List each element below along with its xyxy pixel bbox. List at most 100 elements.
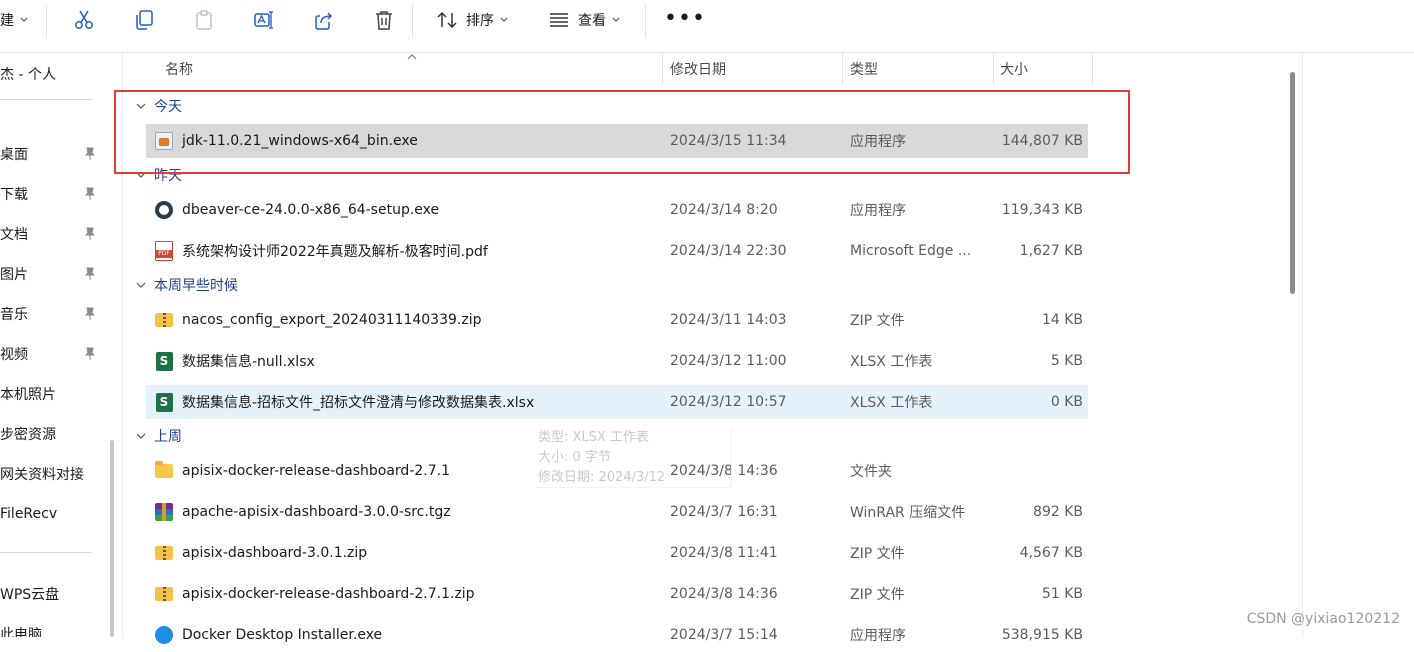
column-divider[interactable] [842,53,843,85]
file-date: 2024/3/7 16:31 [670,504,778,520]
file-date: 2024/3/12 10:57 [670,394,787,410]
file-name: nacos_config_export_20240311140339.zip [182,312,482,328]
group-header-today[interactable]: 今天 [124,93,182,119]
file-row[interactable]: S 数据集信息-招标文件_招标文件澄清与修改数据集表.xlsx 2024/3/1… [146,385,1088,419]
file-size: 51 KB [1041,586,1083,602]
sidebar-item-label: 此电脑 [0,627,42,637]
rename-button[interactable] [253,0,275,40]
sidebar-item-label: WPS云盘 [0,587,60,603]
sidebar-item-music[interactable]: 音乐 [0,299,100,329]
new-label: 建 [0,13,14,29]
sidebar-item-gateway-docs[interactable]: 网关资料对接 [0,459,100,489]
file-type: 应用程序 [850,203,906,219]
file-type: XLSX 工作表 [850,354,933,370]
pin-icon [84,227,96,240]
file-row[interactable]: jdk-11.0.21_windows-x64_bin.exe 2024/3/1… [146,124,1088,158]
sidebar-item-resources[interactable]: 步密资源 [0,419,100,449]
sidebar-item-label: 桌面 [0,147,28,163]
file-size: 119,343 KB [1001,202,1083,218]
installer-icon [154,131,174,151]
more-options-button[interactable]: ••• [664,8,706,30]
toolbar-divider [412,4,413,38]
scrollbar-thumb[interactable] [1290,72,1295,294]
file-size: 14 KB [1041,312,1083,328]
column-divider[interactable] [1092,53,1093,85]
sidebar-scrollbar[interactable] [110,440,114,637]
file-type: 应用程序 [850,628,906,644]
sidebar-item-downloads[interactable]: 下载 [0,179,100,209]
file-date: 2024/3/14 8:20 [670,202,778,218]
file-name-cell: apache-apisix-dashboard-3.0.0-src.tgz [154,495,664,529]
sidebar-item-label: 本机照片 [0,387,56,403]
file-row[interactable]: dbeaver-ce-24.0.0-x86_64-setup.exe 2024/… [146,193,1088,227]
navigation-pane: 杰 - 个人 桌面 下载 文档 图片 音乐 视频 本机照片 步密资源 网关资料对… [0,53,108,637]
trash-icon [376,11,392,30]
file-name-cell: apisix-dashboard-3.0.1.zip [154,536,664,570]
group-header-last-week[interactable]: 上周 [124,423,182,449]
sidebar-item-pictures[interactable]: 图片 [0,259,100,289]
sort-button[interactable]: 排序 [436,0,508,40]
file-type: ZIP 文件 [850,313,905,329]
file-size: 0 KB [1050,394,1083,410]
sidebar-item-desktop[interactable]: 桌面 [0,139,100,169]
delete-button[interactable] [373,0,395,40]
new-button[interactable]: 建 [0,0,28,40]
file-name: Docker Desktop Installer.exe [182,627,383,643]
pin-icon [84,147,96,160]
group-header-yesterday[interactable]: 昨天 [124,162,182,188]
file-row[interactable]: apisix-dashboard-3.0.1.zip 2024/3/8 11:4… [146,536,1088,570]
column-divider[interactable] [662,53,663,85]
column-divider[interactable] [993,53,994,85]
file-date: 2024/3/15 11:34 [670,133,787,149]
chevron-down-icon [20,17,28,22]
group-label: 上周 [154,429,182,445]
file-name: 数据集信息-null.xlsx [182,354,315,370]
file-name: apache-apisix-dashboard-3.0.0-src.tgz [182,504,451,520]
sidebar-item-wps-cloud[interactable]: WPS云盘 [0,579,100,609]
file-name: apisix-dashboard-3.0.1.zip [182,545,368,561]
column-header-name[interactable]: 名称 [165,53,193,85]
winrar-icon [154,502,174,522]
chevron-down-icon [136,433,152,439]
file-name-cell: S 数据集信息-null.xlsx [154,344,664,378]
file-name-cell: Docker Desktop Installer.exe [154,618,664,652]
file-row[interactable]: Docker Desktop Installer.exe 2024/3/7 15… [146,618,1088,652]
file-size: 1,627 KB [1019,243,1083,259]
file-type: ZIP 文件 [850,546,905,562]
xlsx-icon: S [154,392,174,412]
cut-button[interactable] [73,0,95,40]
file-name-cell: jdk-11.0.21_windows-x64_bin.exe [154,124,664,158]
group-header-earlier-this-week[interactable]: 本周早些时候 [124,272,238,298]
file-type: Microsoft Edge ... [850,243,972,259]
file-name: 数据集信息-招标文件_招标文件澄清与修改数据集表.xlsx [182,395,535,411]
file-row[interactable]: S 数据集信息-null.xlsx 2024/3/12 11:00 XLSX 工… [146,344,1088,378]
file-row[interactable]: apisix-docker-release-dashboard-2.7.1.zi… [146,577,1088,611]
share-icon [315,12,333,30]
file-row[interactable]: apache-apisix-dashboard-3.0.0-src.tgz 20… [146,495,1088,529]
column-header-type[interactable]: 类型 [850,53,878,85]
file-row[interactable]: PDF 系统架构设计师2022年真题及解析-极客时间.pdf 2024/3/14… [146,234,1088,268]
sidebar-item-local-photos[interactable]: 本机照片 [0,379,100,409]
sidebar-item-documents[interactable]: 文档 [0,219,100,249]
copy-button[interactable] [133,0,155,40]
sidebar-item-personal[interactable]: 杰 - 个人 [0,59,100,89]
column-header-size[interactable]: 大小 [1000,53,1028,85]
group-label: 昨天 [154,168,182,184]
watermark: CSDN @yixiao120212 [1246,611,1400,627]
column-header-date[interactable]: 修改日期 [670,53,726,85]
xlsx-icon: S [154,351,174,371]
sidebar-item-filerecv[interactable]: FileRecv [0,499,100,529]
share-button[interactable] [313,0,335,40]
paste-button[interactable] [193,0,215,40]
zip-icon [154,310,174,330]
chevron-down-icon [136,172,152,178]
view-label: 查看 [578,13,606,29]
sidebar-item-videos[interactable]: 视频 [0,339,100,369]
sidebar-item-this-pc[interactable]: 此电脑 [0,619,100,637]
file-row[interactable]: nacos_config_export_20240311140339.zip 2… [146,303,1088,337]
toolbar-divider [645,4,646,38]
sidebar-divider [0,99,92,100]
tooltip-type: 类型: XLSX 工作表 [538,430,649,445]
file-size: 892 KB [1033,504,1083,520]
view-button[interactable]: 查看 [548,0,620,40]
